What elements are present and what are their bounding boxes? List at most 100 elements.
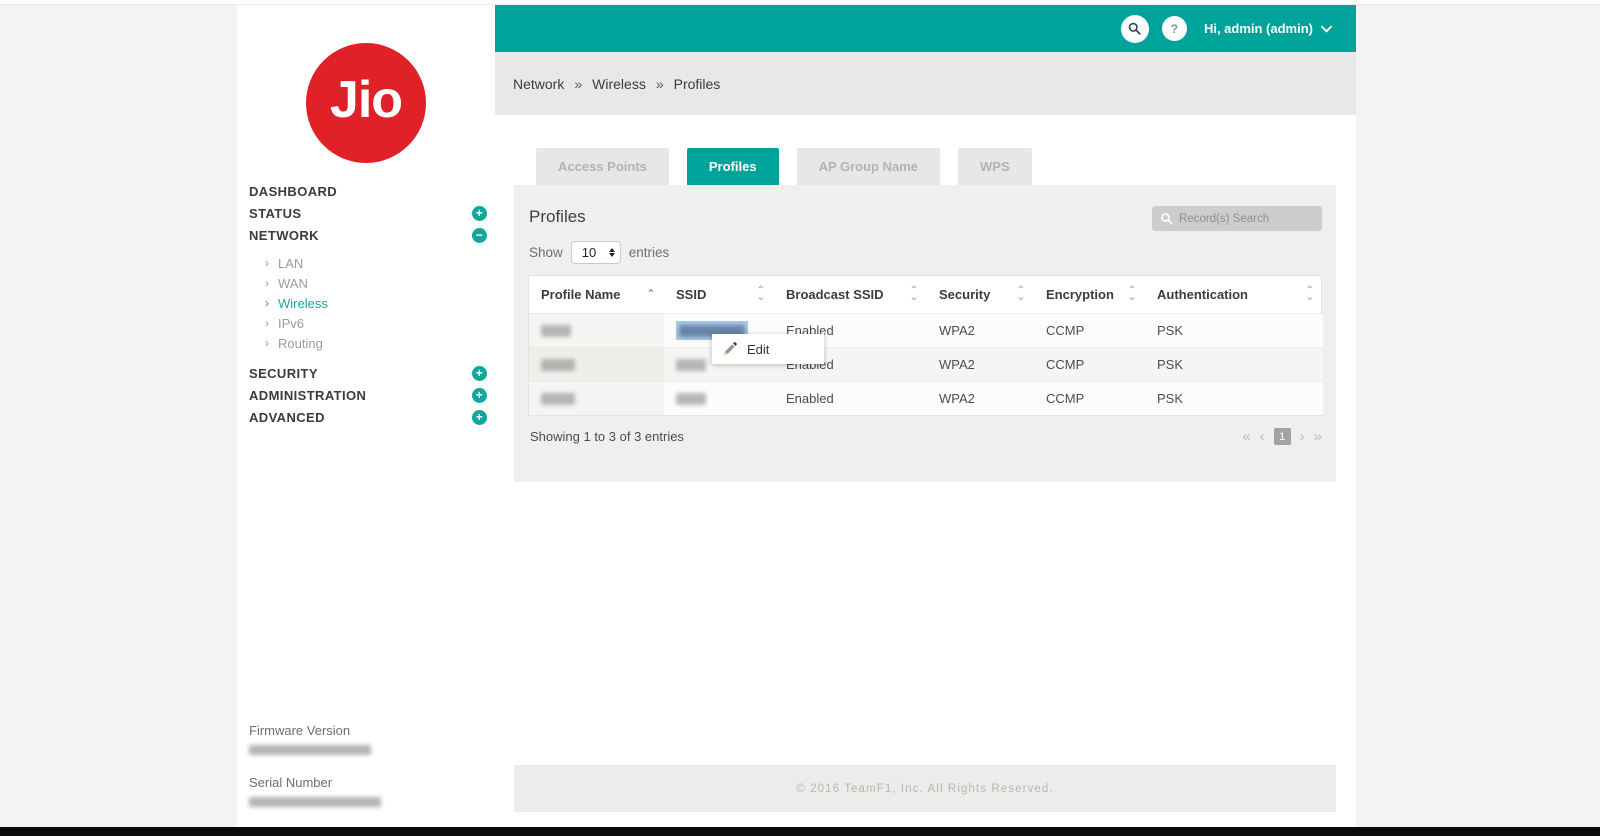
table-row[interactable]: Enabled WPA2 CCMP PSK	[529, 381, 1323, 415]
profile-name-redacted	[541, 325, 571, 338]
column-label: Encryption	[1046, 286, 1114, 302]
tab-ap-group-name[interactable]: AP Group Name	[796, 148, 941, 186]
pagination-prev-button[interactable]: ‹	[1260, 428, 1265, 445]
firmware-version-value-redacted	[249, 745, 371, 755]
pagination-first-button[interactable]: «	[1242, 428, 1250, 445]
entries-summary: Showing 1 to 3 of 3 entries	[530, 429, 684, 444]
sidebar-item-label: ADVANCED	[249, 409, 325, 425]
user-menu[interactable]: Hi, admin (admin)	[1204, 21, 1332, 36]
page-size-control: Show 10 entries	[529, 241, 669, 264]
profile-name-redacted	[541, 359, 575, 372]
page-bottom-edge	[0, 827, 1600, 836]
sidebar-item-advanced[interactable]: ADVANCED +	[249, 406, 489, 428]
profiles-table: Profile Name ⌃ SSID ⌃ ⌄ Broadcast SSID ⌃ ⌄	[528, 275, 1323, 416]
sort-both-icon: ⌃ ⌄	[1127, 285, 1136, 304]
sidebar-item-administration[interactable]: ADMINISTRATION +	[249, 384, 489, 406]
chevron-right-icon: ›	[265, 316, 269, 330]
context-menu-edit[interactable]: Edit	[747, 342, 769, 357]
security-cell: WPA2	[939, 390, 975, 406]
breadcrumb-profiles[interactable]: Profiles	[674, 76, 721, 92]
page-size-select[interactable]: 10	[570, 241, 621, 264]
search-input[interactable]	[1179, 212, 1314, 225]
profile-name-cell	[529, 347, 664, 381]
sidebar-item-label: NETWORK	[249, 227, 319, 243]
search-button[interactable]	[1120, 14, 1149, 43]
chevron-right-icon: ›	[265, 296, 269, 310]
sidebar-item-security[interactable]: SECURITY +	[249, 362, 489, 384]
sidebar-item-ipv6[interactable]: › IPv6	[265, 313, 489, 333]
sidebar-nav: DASHBOARD STATUS + NETWORK − › LAN › WAN…	[249, 180, 489, 428]
sidebar-item-status[interactable]: STATUS +	[249, 202, 489, 224]
column-header-broadcast-ssid[interactable]: Broadcast SSID ⌃ ⌄	[774, 276, 927, 313]
breadcrumb-network[interactable]: Network	[513, 76, 564, 92]
column-header-encryption[interactable]: Encryption ⌃ ⌄	[1034, 276, 1145, 313]
chevron-right-icon: ›	[265, 276, 269, 290]
sidebar-item-routing[interactable]: › Routing	[265, 333, 489, 353]
column-header-authentication[interactable]: Authentication ⌃ ⌄	[1145, 276, 1323, 313]
pagination-last-button[interactable]: »	[1314, 428, 1322, 445]
encryption-cell: CCMP	[1046, 356, 1085, 372]
tab-wps[interactable]: WPS	[958, 148, 1032, 186]
table-row[interactable]: Enabled WPA2 CCMP PSK	[529, 313, 1323, 347]
table-row[interactable]: Enabled WPA2 CCMP PSK	[529, 347, 1323, 381]
expand-plus-icon[interactable]: +	[472, 387, 487, 403]
sidebar-item-wan[interactable]: › WAN	[265, 273, 489, 293]
expand-plus-icon[interactable]: +	[472, 409, 487, 425]
sidebar-item-lan[interactable]: › LAN	[265, 253, 489, 273]
expand-plus-icon[interactable]: +	[472, 365, 487, 381]
collapse-minus-icon[interactable]: −	[472, 227, 487, 243]
copyright-text: © 2016 TeamF1, Inc. All Rights Reserved.	[796, 782, 1054, 795]
serial-number-block: Serial Number	[249, 775, 381, 807]
pagination: « ‹ 1 › »	[1242, 428, 1322, 445]
sidebar-item-wireless[interactable]: › Wireless	[265, 293, 489, 313]
tab-access-points[interactable]: Access Points	[536, 148, 669, 186]
column-header-profile-name[interactable]: Profile Name ⌃	[529, 276, 664, 313]
authentication-cell: PSK	[1157, 356, 1184, 372]
table-header-row: Profile Name ⌃ SSID ⌃ ⌄ Broadcast SSID ⌃ ⌄	[529, 276, 1323, 313]
footer: © 2016 TeamF1, Inc. All Rights Reserved.	[514, 765, 1336, 812]
sidebar-item-label: ADMINISTRATION	[249, 387, 367, 403]
search-icon	[1161, 213, 1173, 225]
profile-name-redacted	[541, 393, 575, 406]
ssid-redacted	[676, 393, 706, 406]
tab-profiles[interactable]: Profiles	[686, 148, 779, 186]
breadcrumb-wireless[interactable]: Wireless	[592, 76, 646, 92]
sidebar-item-label: STATUS	[249, 205, 302, 221]
tab-bar: Access Points Profiles AP Group Name WPS	[536, 148, 1032, 186]
show-label: Show	[529, 245, 563, 260]
column-header-ssid[interactable]: SSID ⌃ ⌄	[664, 276, 774, 313]
sort-both-icon: ⌃ ⌄	[1016, 285, 1025, 304]
firmware-version-label: Firmware Version	[249, 723, 351, 738]
sidebar-item-label: DASHBOARD	[249, 183, 338, 199]
chevron-right-icon: ›	[265, 336, 269, 350]
help-button[interactable]: ?	[1161, 16, 1187, 41]
context-menu: Edit	[712, 334, 824, 364]
sidebar-item-dashboard[interactable]: DASHBOARD	[249, 180, 489, 202]
pagination-next-button[interactable]: ›	[1300, 428, 1305, 445]
column-header-security[interactable]: Security ⌃ ⌄	[927, 276, 1034, 313]
sidebar-item-network[interactable]: NETWORK −	[249, 224, 489, 246]
breadcrumb-separator: »	[574, 75, 583, 92]
security-cell: WPA2	[939, 322, 975, 338]
subnav-label: IPv6	[278, 315, 305, 331]
expand-plus-icon[interactable]: +	[472, 205, 487, 221]
profiles-panel: Profiles Show 10 entries Record(s) Searc…	[514, 185, 1336, 482]
column-label: Broadcast SSID	[786, 286, 884, 302]
network-subnav: › LAN › WAN › Wireless › IPv6 › Routing	[265, 253, 489, 353]
column-label: Authentication	[1157, 286, 1248, 302]
encryption-cell: CCMP	[1046, 390, 1085, 406]
sort-both-icon: ⌃ ⌄	[756, 285, 765, 304]
top-header-bar: ? Hi, admin (admin)	[495, 5, 1356, 52]
stepper-arrows-icon	[608, 248, 615, 257]
records-search-box[interactable]	[1152, 206, 1322, 231]
chevron-down-icon	[1321, 25, 1332, 33]
sort-asc-icon: ⌃	[646, 288, 655, 300]
authentication-cell: PSK	[1157, 390, 1184, 406]
breadcrumb-separator: »	[655, 75, 664, 92]
sidebar-item-label: SECURITY	[249, 365, 318, 381]
subnav-label: Wireless	[278, 295, 328, 311]
sort-both-icon: ⌃ ⌄	[1305, 285, 1314, 304]
security-cell: WPA2	[939, 356, 975, 372]
sidebar: Jio DASHBOARD STATUS + NETWORK − › LAN ›…	[237, 5, 495, 827]
pagination-current-page[interactable]: 1	[1273, 428, 1291, 445]
